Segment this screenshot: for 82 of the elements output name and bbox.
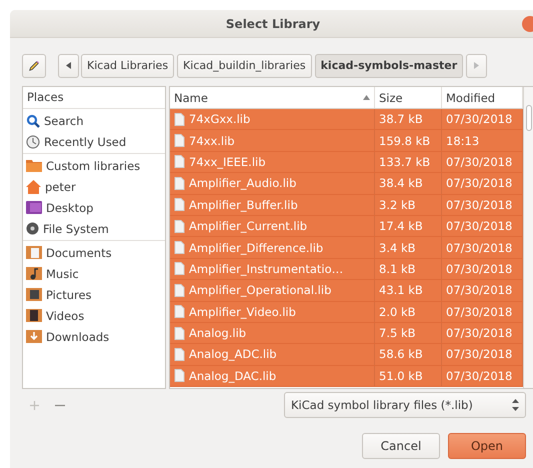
file-size: 2.0 kB — [375, 302, 442, 322]
file-size: 58.6 kB — [375, 344, 442, 365]
videos-icon — [26, 309, 42, 322]
home-icon — [26, 180, 41, 194]
back-button[interactable] — [58, 54, 79, 78]
place-item[interactable]: Music — [23, 263, 165, 284]
folder-icon — [26, 159, 42, 172]
search-icon — [26, 114, 40, 128]
file-icon — [174, 112, 185, 126]
file-name: 74xGxx.lib — [189, 112, 250, 126]
window-title: Select Library — [226, 16, 320, 30]
pictures-icon — [26, 288, 42, 301]
open-button[interactable]: Open — [448, 433, 526, 459]
file-name: Analog_ADC.lib — [189, 347, 277, 362]
edit-button[interactable] — [22, 54, 46, 78]
file-icon — [174, 348, 185, 361]
add-icon[interactable] — [30, 400, 39, 410]
sort-arrow-icon — [363, 95, 370, 100]
disk-icon — [26, 222, 39, 235]
cancel-button[interactable]: Cancel — [362, 433, 440, 459]
file-name: Amplifier_Difference.lib — [189, 240, 324, 255]
file-size: 8.1 kB — [375, 258, 442, 280]
file-name: Amplifier_Buffer.lib — [189, 198, 298, 212]
path-segment[interactable]: kicad-symbols-master — [314, 54, 464, 78]
file-name: Analog_DAC.lib — [189, 368, 276, 383]
place-item[interactable]: peter — [23, 176, 165, 197]
left-arrow-icon — [66, 62, 71, 69]
forward-button[interactable] — [466, 54, 488, 78]
file-size: 43.1 kB — [375, 280, 442, 301]
file-name: Analog.lib — [189, 326, 246, 340]
file-icon — [174, 220, 185, 233]
place-item[interactable]: Search — [23, 110, 165, 131]
column-header[interactable]: Name — [170, 87, 375, 108]
file-icon — [174, 155, 185, 168]
file-icon — [174, 176, 185, 190]
file-size: 133.7 kB — [375, 152, 442, 172]
desktop-icon — [26, 201, 42, 214]
file-name: 74xx.lib — [189, 134, 235, 148]
pencil-icon — [28, 58, 40, 72]
file-size: 3.2 kB — [375, 194, 442, 215]
places-heading: Places — [23, 87, 165, 109]
file-size: 51.0 kB — [375, 366, 442, 386]
file-icon — [174, 369, 185, 382]
file-name: Amplifier_Video.lib — [189, 304, 296, 319]
place-item[interactable]: Downloads — [23, 326, 165, 347]
column-header[interactable]: Size — [375, 87, 442, 108]
updown-icon — [512, 399, 519, 411]
filter-dropdown[interactable]: KiCad symbol library files (*.lib) — [284, 392, 526, 418]
file-size: 17.4 kB — [375, 216, 442, 236]
file-name: Amplifier_Current.lib — [189, 219, 308, 234]
place-item[interactable]: Videos — [23, 305, 165, 326]
path-segment[interactable]: Kicad_buildin_libraries — [177, 54, 312, 78]
file-name: 74xx_IEEE.lib — [189, 154, 266, 169]
file-name: Amplifier_Audio.lib — [189, 176, 296, 190]
file-name: Amplifier_Operational.lib — [189, 283, 332, 298]
place-item[interactable]: Documents — [23, 242, 165, 263]
file-size: 3.4 kB — [375, 237, 442, 258]
right-arrow-icon — [474, 62, 480, 69]
file-icon — [174, 134, 185, 148]
scrollbar[interactable] — [523, 87, 533, 388]
place-item[interactable]: Pictures — [23, 284, 165, 305]
place-item[interactable]: Recently Used — [23, 131, 165, 152]
file-icon — [174, 262, 185, 276]
place-item[interactable]: Desktop — [23, 197, 165, 218]
clock-icon — [26, 134, 40, 148]
file-size: 38.4 kB — [375, 173, 442, 194]
scroll-thumb[interactable] — [526, 105, 532, 131]
path-segment[interactable]: Kicad Libraries — [81, 54, 174, 78]
downloads-icon — [26, 330, 42, 343]
file-name: Amplifier_Instrumentatio… — [189, 262, 344, 276]
file-icon — [174, 241, 185, 254]
documents-icon — [26, 246, 42, 259]
file-icon — [174, 284, 185, 297]
file-icon — [174, 198, 185, 212]
file-icon — [174, 305, 185, 318]
file-size: 38.7 kB — [375, 109, 442, 130]
file-size: 159.8 kB — [375, 130, 442, 151]
place-item[interactable]: File System — [23, 218, 165, 239]
place-item[interactable]: Custom libraries — [23, 155, 165, 176]
music-icon — [26, 267, 42, 280]
file-size: 7.5 kB — [375, 322, 442, 344]
file-icon — [174, 326, 185, 340]
